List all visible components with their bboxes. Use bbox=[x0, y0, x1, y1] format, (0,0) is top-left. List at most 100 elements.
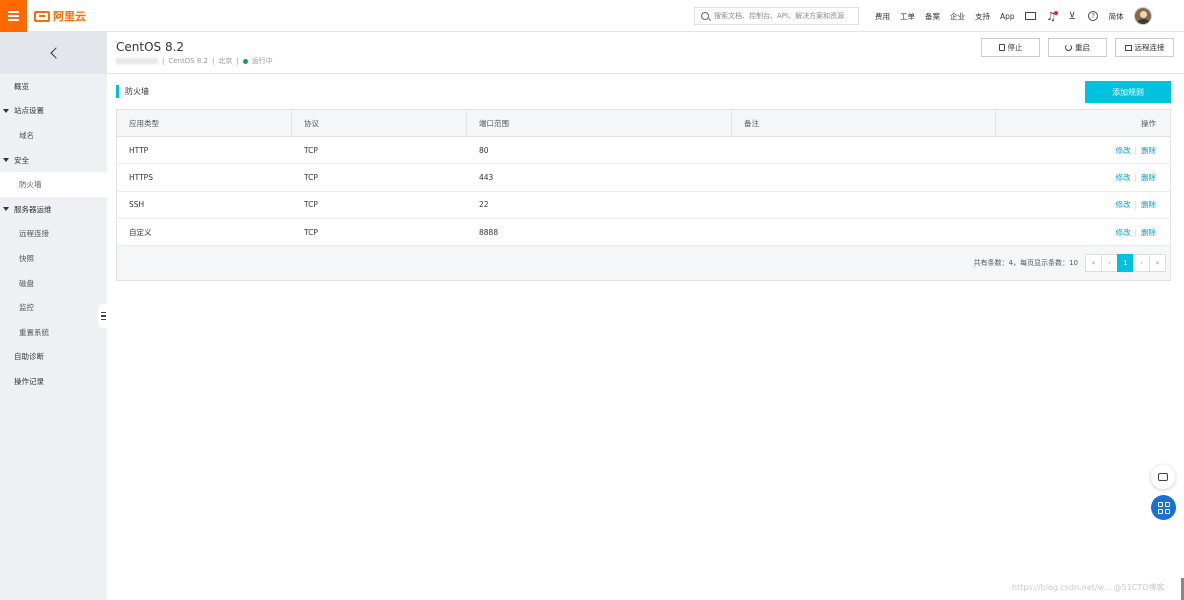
search-box[interactable] bbox=[694, 7, 859, 25]
col-note: 备注 bbox=[732, 110, 996, 136]
help-icon[interactable]: ? bbox=[1088, 11, 1099, 22]
nav-tickets[interactable]: 工单 bbox=[900, 11, 915, 22]
back-button[interactable] bbox=[0, 32, 107, 74]
search-icon bbox=[701, 12, 709, 20]
cell-port: 22 bbox=[479, 200, 489, 210]
last-page-button[interactable]: » bbox=[1149, 254, 1166, 273]
add-rule-button[interactable]: 添加规则 bbox=[1085, 81, 1171, 103]
col-app-type: 应用类型 bbox=[117, 110, 292, 136]
caret-down-icon bbox=[3, 108, 9, 113]
cell-note bbox=[732, 219, 996, 245]
sidebar-collapse-handle[interactable] bbox=[98, 304, 109, 328]
cell-note bbox=[732, 192, 996, 218]
cell-app: HTTP bbox=[129, 145, 149, 155]
edit-link[interactable]: 修改 bbox=[1115, 172, 1130, 183]
instance-status: 运行中 bbox=[251, 57, 273, 65]
apps-button[interactable] bbox=[1151, 495, 1176, 520]
cell-port: 443 bbox=[479, 172, 494, 182]
col-port-range: 端口范围 bbox=[467, 110, 732, 136]
nav-enterprise[interactable]: 企业 bbox=[950, 11, 965, 22]
sidebar-item-snapshot[interactable]: 快照 bbox=[0, 246, 107, 271]
table-row: HTTPS TCP 443 修改 | 删除 bbox=[117, 164, 1170, 192]
chat-icon bbox=[1158, 473, 1168, 481]
logo-mark-icon bbox=[34, 10, 50, 22]
sidebar-item-operation-log[interactable]: 操作记录 bbox=[0, 369, 107, 394]
nav-icp[interactable]: 备案 bbox=[925, 11, 940, 22]
top-nav: 费用 工单 备案 企业 支持 App ♫ ⊻ ? 简体 bbox=[875, 0, 1152, 32]
instance-os: CentOS 8.2 bbox=[168, 57, 209, 65]
pagination: « ‹ 1 › » bbox=[1085, 254, 1166, 273]
firewall-table: 应用类型 协议 端口范围 备注 操作 HTTP TCP 80 修改 | 删除 HTT… bbox=[116, 109, 1171, 282]
restart-button[interactable]: 重启 bbox=[1048, 38, 1107, 57]
sidebar-item-disk[interactable]: 磁盘 bbox=[0, 271, 107, 296]
language-switch[interactable]: 简体 bbox=[1109, 11, 1124, 22]
prev-page-button[interactable]: ‹ bbox=[1101, 254, 1118, 273]
page-header: CentOS 8.2 | CentOS 8.2 | 北京 | 运行中 停止 重启… bbox=[107, 32, 1184, 74]
section-title: 防火墙 bbox=[116, 85, 149, 98]
nav-billing[interactable]: 费用 bbox=[875, 11, 890, 22]
caret-down-icon bbox=[3, 157, 9, 162]
edit-link[interactable]: 修改 bbox=[1115, 227, 1130, 238]
nav-support[interactable]: 支持 bbox=[975, 11, 990, 22]
sidebar-item-domain[interactable]: 域名 bbox=[0, 123, 107, 148]
delete-link[interactable]: 删除 bbox=[1141, 145, 1156, 156]
sidebar-group-security[interactable]: 安全 bbox=[0, 148, 107, 173]
table-row: SSH TCP 22 修改 | 删除 bbox=[117, 192, 1170, 219]
sidebar-item-overview[interactable]: 概览 bbox=[0, 74, 107, 99]
sidebar-item-reset-system[interactable]: 重置系统 bbox=[0, 320, 107, 345]
instance-region: 北京 bbox=[218, 57, 233, 65]
message-icon[interactable] bbox=[1024, 11, 1036, 22]
sidebar-item-firewall[interactable]: 防火墙 bbox=[0, 172, 107, 197]
col-actions: 操作 bbox=[1141, 118, 1156, 128]
next-page-button[interactable]: › bbox=[1133, 254, 1150, 273]
cell-port: 8888 bbox=[479, 227, 499, 237]
feedback-chat-button[interactable] bbox=[1151, 465, 1175, 489]
current-page[interactable]: 1 bbox=[1117, 254, 1134, 273]
stop-button[interactable]: 停止 bbox=[981, 38, 1040, 57]
edit-link[interactable]: 修改 bbox=[1115, 145, 1130, 156]
sidebar-item-self-diagnosis[interactable]: 自助诊断 bbox=[0, 345, 107, 370]
bell-icon[interactable]: ♫ bbox=[1046, 10, 1058, 22]
cell-actions: 修改 | 删除 bbox=[1115, 145, 1156, 156]
cell-note bbox=[732, 164, 996, 190]
avatar[interactable] bbox=[1133, 7, 1152, 25]
table-footer: 共有条数：4，每页显示条数：10 « ‹ 1 › » bbox=[117, 246, 1170, 281]
notification-dot bbox=[1053, 10, 1058, 15]
edit-link[interactable]: 修改 bbox=[1115, 199, 1130, 210]
cell-app: HTTPS bbox=[129, 172, 153, 182]
aliyun-logo[interactable]: 阿里云 bbox=[34, 8, 86, 24]
watermark: https://blog.csdn.net/w... @51CTO博客 bbox=[1012, 583, 1165, 592]
status-dot bbox=[242, 58, 248, 64]
search-input[interactable] bbox=[714, 12, 854, 20]
pagination-info: 共有条数：4，每页显示条数：10 bbox=[973, 259, 1078, 268]
table-row: HTTP TCP 80 修改 | 删除 bbox=[117, 137, 1170, 165]
nav-app[interactable]: App bbox=[1000, 12, 1015, 21]
chevron-left-icon bbox=[49, 47, 62, 59]
cell-actions: 修改 | 删除 bbox=[1115, 172, 1156, 183]
header-actions: 停止 重启 远程连接 bbox=[981, 38, 1174, 57]
sidebar-item-remote[interactable]: 远程连接 bbox=[0, 222, 107, 247]
delete-link[interactable]: 删除 bbox=[1141, 227, 1156, 238]
cell-protocol: TCP bbox=[304, 172, 318, 182]
logo-text: 阿里云 bbox=[53, 10, 86, 23]
col-protocol: 协议 bbox=[292, 110, 467, 136]
sidebar-group-server-ops[interactable]: 服务器运维 bbox=[0, 197, 107, 222]
remote-connect-button[interactable]: 远程连接 bbox=[1115, 38, 1174, 57]
delete-link[interactable]: 删除 bbox=[1141, 199, 1156, 210]
cell-actions: 修改 | 删除 bbox=[1115, 227, 1156, 238]
instance-meta: | CentOS 8.2 | 北京 | 运行中 bbox=[116, 56, 273, 66]
first-page-button[interactable]: « bbox=[1085, 254, 1102, 273]
page-title: CentOS 8.2 bbox=[116, 40, 185, 54]
cell-protocol: TCP bbox=[304, 145, 318, 155]
cart-icon[interactable]: ⊻ bbox=[1067, 11, 1078, 22]
sidebar-nav: 概览 站点设置 域名 安全 防火墙 服务器运维 远程连接 快照 磁盘 监控 重置… bbox=[0, 74, 107, 394]
sidebar-group-site-settings[interactable]: 站点设置 bbox=[0, 99, 107, 124]
caret-down-icon bbox=[3, 206, 9, 211]
menu-icon[interactable] bbox=[0, 0, 27, 32]
cell-app: SSH bbox=[129, 200, 145, 210]
sidebar-item-monitor[interactable]: 监控 bbox=[0, 295, 107, 320]
delete-link[interactable]: 删除 bbox=[1141, 172, 1156, 183]
cell-protocol: TCP bbox=[304, 200, 318, 210]
sidebar: 概览 站点设置 域名 安全 防火墙 服务器运维 远程连接 快照 磁盘 监控 重置… bbox=[0, 32, 107, 600]
table-row: 自定义 TCP 8888 修改 | 删除 bbox=[117, 219, 1170, 247]
